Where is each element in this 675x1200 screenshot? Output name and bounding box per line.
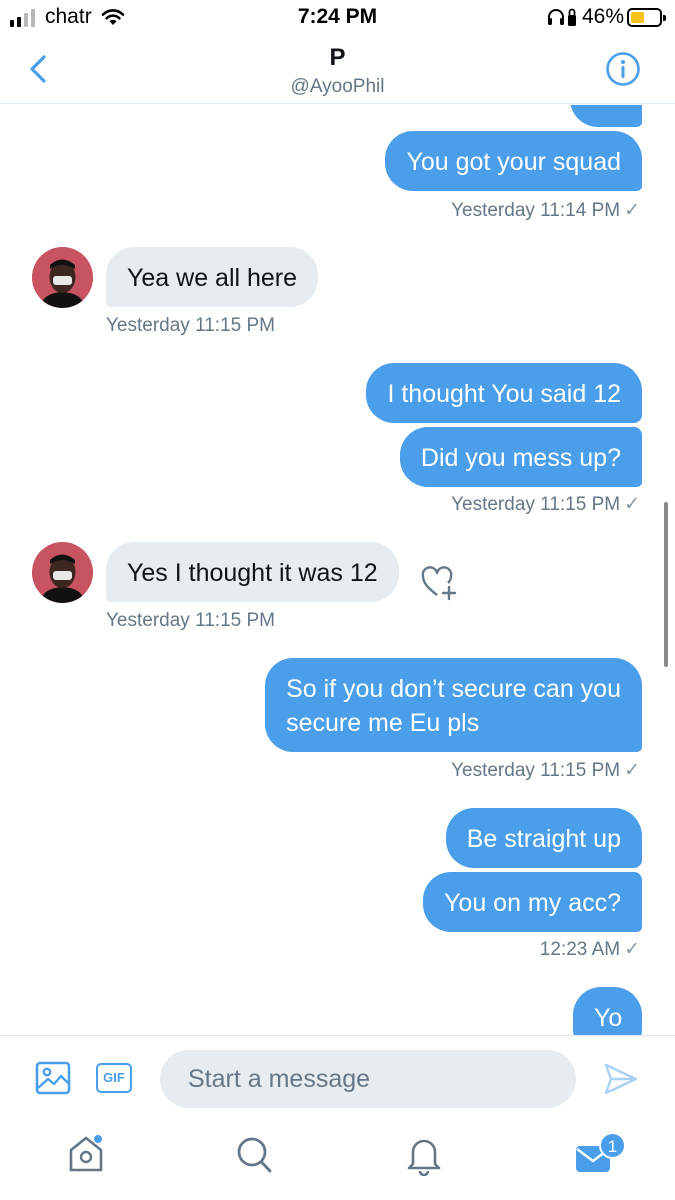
message-text: Yea we all here: [127, 264, 298, 292]
image-icon[interactable]: [35, 1061, 71, 1095]
message-bubble-outgoing[interactable]: Yo: [573, 987, 642, 1035]
message-timestamp: Yesterday 11:15 PM ✓: [451, 760, 640, 781]
message-timestamp: Yesterday 11:15 PM: [106, 315, 275, 336]
message-text: You on my acc?: [444, 889, 621, 917]
checkmark-icon: ✓: [624, 494, 640, 515]
message-text: So if you don’t secure can you secure me…: [286, 675, 621, 737]
checkmark-icon: ✓: [624, 200, 640, 221]
conversation-handle[interactable]: @AyooPhil: [0, 76, 675, 98]
bell-icon[interactable]: [404, 1132, 444, 1176]
avatar[interactable]: [32, 542, 93, 603]
message-bubble-outgoing[interactable]: You got your squad: [385, 131, 642, 191]
message-text: Be straight up: [466, 825, 621, 853]
message-bubble-outgoing[interactable]: Ok: [570, 105, 642, 127]
conversation-header: P @AyooPhil: [0, 36, 675, 104]
battery-icon: [627, 8, 666, 27]
message-text: You got your squad: [406, 148, 621, 176]
checkmark-icon: ✓: [624, 760, 640, 781]
message-text: Yes I thought it was 12: [127, 559, 378, 587]
message-timestamp: 12:23 AM ✓: [539, 939, 640, 960]
search-icon[interactable]: [234, 1132, 274, 1176]
message-text: Did you mess up?: [420, 444, 621, 472]
orientation-lock-icon: [568, 8, 576, 26]
battery-percent: 46%: [582, 5, 625, 28]
avatar[interactable]: [32, 247, 93, 308]
status-bar: chatr 7:24 PM 46%: [0, 0, 675, 36]
message-bubble-outgoing[interactable]: Did you mess up?: [399, 427, 642, 487]
message-bubble-incoming[interactable]: Yea we all here: [106, 247, 319, 307]
message-text: Ok: [592, 105, 624, 110]
message-text: Yo: [594, 1004, 623, 1032]
message-thread[interactable]: Ok You got your squad Yesterday 11:14 PM…: [0, 105, 675, 1035]
checkmark-icon: ✓: [624, 939, 640, 960]
message-composer: GIF: [0, 1035, 675, 1120]
message-bubble-outgoing[interactable]: I thought You said 12: [366, 363, 642, 423]
info-icon[interactable]: [605, 51, 641, 87]
tab-bar: 1: [0, 1120, 675, 1200]
message-bubble-outgoing[interactable]: So if you don’t secure can you secure me…: [265, 658, 642, 752]
add-reaction-heart-icon[interactable]: [420, 565, 460, 601]
gif-button[interactable]: GIF: [96, 1063, 132, 1093]
message-bubble-outgoing[interactable]: You on my acc?: [423, 872, 642, 932]
headphones-icon: [548, 9, 564, 25]
message-text: I thought You said 12: [387, 380, 621, 408]
message-bubble-outgoing[interactable]: Be straight up: [445, 808, 642, 868]
scrollbar[interactable]: [664, 502, 668, 667]
conversation-title[interactable]: P: [0, 44, 675, 72]
send-icon[interactable]: [603, 1061, 639, 1097]
messages-badge: 1: [599, 1132, 626, 1159]
message-input[interactable]: [160, 1050, 576, 1108]
message-timestamp: Yesterday 11:15 PM ✓: [451, 494, 640, 515]
notification-dot: [93, 1134, 103, 1144]
message-timestamp: Yesterday 11:14 PM ✓: [451, 200, 640, 221]
message-bubble-incoming[interactable]: Yes I thought it was 12: [106, 542, 399, 602]
message-timestamp: Yesterday 11:15 PM: [106, 610, 275, 631]
